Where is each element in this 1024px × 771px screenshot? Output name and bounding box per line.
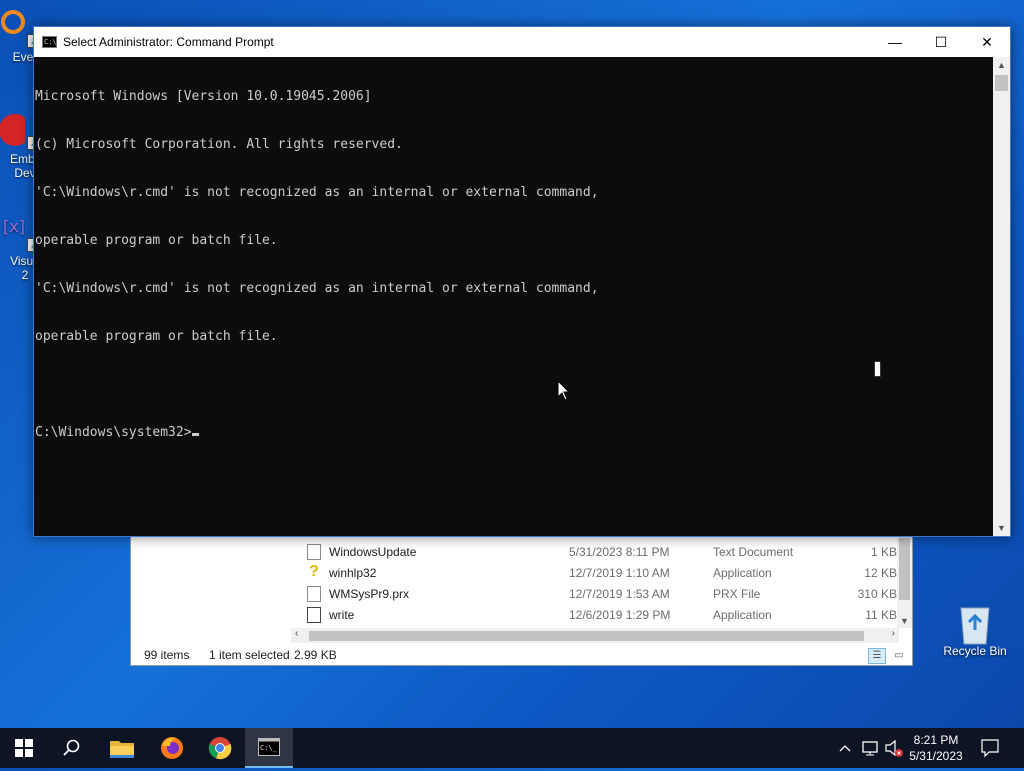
windows-start-icon xyxy=(15,739,33,757)
scroll-down-icon[interactable]: ▼ xyxy=(993,523,1010,533)
recycle-bin-label: Recycle Bin xyxy=(943,644,1007,658)
firefox-icon xyxy=(161,737,183,759)
scroll-up-icon[interactable]: ▲ xyxy=(993,60,1010,70)
file-size: 310 KB xyxy=(857,587,897,601)
console-line: Microsoft Windows [Version 10.0.19045.20… xyxy=(35,89,372,104)
file-icon xyxy=(307,586,321,602)
visual-studio-icon: [x] ↗ xyxy=(0,212,41,252)
folder-icon xyxy=(110,741,134,758)
wordpad-icon xyxy=(307,607,321,623)
chevron-up-icon xyxy=(839,745,851,752)
console-line: 'C:\Windows\r.cmd' is not recognized as … xyxy=(35,185,599,200)
file-row[interactable]: WMSysPr9.prx 12/7/2019 1:53 AM PRX File … xyxy=(307,584,907,605)
volume-button[interactable] xyxy=(884,728,906,768)
file-row[interactable]: write 12/6/2019 1:29 PM Application 11 K… xyxy=(307,605,907,626)
scrollbar-thumb[interactable] xyxy=(899,538,910,600)
volume-muted-icon xyxy=(885,739,903,757)
taskbar-chrome[interactable] xyxy=(196,728,244,768)
file-row[interactable]: WindowsUpdate 5/31/2023 8:11 PM Text Doc… xyxy=(307,542,907,563)
scroll-right-icon[interactable]: › xyxy=(892,628,895,639)
file-size: 1 KB xyxy=(870,545,897,559)
help-icon: ? xyxy=(309,563,319,580)
text-cursor xyxy=(191,433,199,436)
file-row[interactable]: ? winhlp32 12/7/2019 1:10 AM Application… xyxy=(307,563,907,584)
console-line: operable program or batch file. xyxy=(35,329,278,344)
file-date: 12/6/2019 1:29 PM xyxy=(569,608,671,622)
clock[interactable]: 8:21 PM 5/31/2023 xyxy=(906,732,966,764)
taskbar-file-explorer[interactable] xyxy=(98,728,146,768)
console-line: (c) Microsoft Corporation. All rights re… xyxy=(35,137,403,152)
details-view-icon[interactable]: ☰ xyxy=(868,648,886,664)
vertical-scrollbar[interactable]: ▼ xyxy=(897,536,912,628)
evernote-icon: ↗ xyxy=(0,8,41,48)
scroll-down-icon[interactable]: ▼ xyxy=(897,616,912,626)
status-bar: 99 items 1 item selected 2.99 KB ☰ ▭ xyxy=(131,643,912,665)
clock-time: 8:21 PM xyxy=(913,733,959,747)
prompt-line[interactable]: C:\Windows\system32> xyxy=(35,425,993,441)
close-button[interactable]: ✕ xyxy=(964,27,1010,57)
selection-block-cursor xyxy=(874,361,881,377)
notification-icon xyxy=(981,739,999,758)
recycle-bin-icon xyxy=(955,602,995,645)
file-date: 5/31/2023 8:11 PM xyxy=(569,545,670,559)
file-size: 11 KB xyxy=(865,608,897,622)
file-type: Application xyxy=(713,566,772,580)
console-output[interactable]: Microsoft Windows [Version 10.0.19045.20… xyxy=(35,57,993,536)
svg-text:[x]: [x] xyxy=(3,217,25,236)
embarcadero-icon: ↗ xyxy=(0,110,41,150)
file-type: Application xyxy=(713,608,772,622)
file-name: WindowsUpdate xyxy=(329,545,417,559)
item-count: 99 items xyxy=(144,648,190,662)
file-name: write xyxy=(329,608,355,622)
prompt-text: C:\Windows\system32> xyxy=(35,425,192,440)
taskbar-command-prompt[interactable]: C:\_ xyxy=(245,728,293,768)
text-file-icon xyxy=(307,544,321,560)
maximize-button[interactable]: ☐ xyxy=(918,27,964,57)
svg-text:C:\_: C:\_ xyxy=(260,744,278,752)
file-type: PRX File xyxy=(713,587,761,601)
command-prompt-window[interactable]: C:\ Select Administrator: Command Prompt… xyxy=(33,26,1011,537)
selection-size: 2.99 KB xyxy=(294,648,337,662)
title-bar[interactable]: C:\ Select Administrator: Command Prompt… xyxy=(34,27,1010,57)
search-icon xyxy=(63,739,80,756)
network-icon xyxy=(862,741,878,756)
file-date: 12/7/2019 1:10 AM xyxy=(569,566,670,580)
file-type: Text Document xyxy=(713,545,794,559)
notifications-button[interactable] xyxy=(980,728,1004,768)
taskbar-firefox[interactable] xyxy=(148,728,196,768)
network-button[interactable] xyxy=(861,728,881,768)
window-title: Select Administrator: Command Prompt xyxy=(63,35,274,49)
console-scrollbar[interactable]: ▲ ▼ xyxy=(993,57,1010,536)
search-button[interactable] xyxy=(48,728,96,768)
scrollbar-thumb[interactable] xyxy=(309,631,864,641)
file-date: 12/7/2019 1:53 AM xyxy=(569,587,670,601)
file-size: 12 KB xyxy=(864,566,897,580)
file-explorer-window[interactable]: WindowsUpdate 5/31/2023 8:11 PM Text Doc… xyxy=(130,535,913,666)
console-line: 'C:\Windows\r.cmd' is not recognized as … xyxy=(35,281,599,296)
scrollbar-thumb[interactable] xyxy=(995,75,1008,91)
taskbar: C:\_ 8:21 PM 5/31/2023 xyxy=(0,728,1024,768)
console-line: operable program or batch file. xyxy=(35,233,278,248)
large-icons-view-icon[interactable]: ▭ xyxy=(890,648,908,664)
desktop-icon-recycle-bin[interactable]: Recycle Bin xyxy=(940,602,1010,658)
minimize-button[interactable]: — xyxy=(872,27,918,57)
cmd-icon: C:\_ xyxy=(258,738,280,756)
chrome-icon xyxy=(208,737,232,760)
scroll-left-icon[interactable]: ‹ xyxy=(295,628,298,639)
selection-count: 1 item selected xyxy=(209,648,290,662)
horizontal-scrollbar[interactable]: ‹ › xyxy=(291,628,899,643)
file-name: WMSysPr9.prx xyxy=(329,587,410,601)
cmd-icon: C:\ xyxy=(42,36,57,48)
start-button[interactable] xyxy=(0,728,48,768)
file-name: winhlp32 xyxy=(329,566,377,580)
clock-date: 5/31/2023 xyxy=(909,749,963,763)
show-hidden-icons-button[interactable] xyxy=(838,728,856,768)
